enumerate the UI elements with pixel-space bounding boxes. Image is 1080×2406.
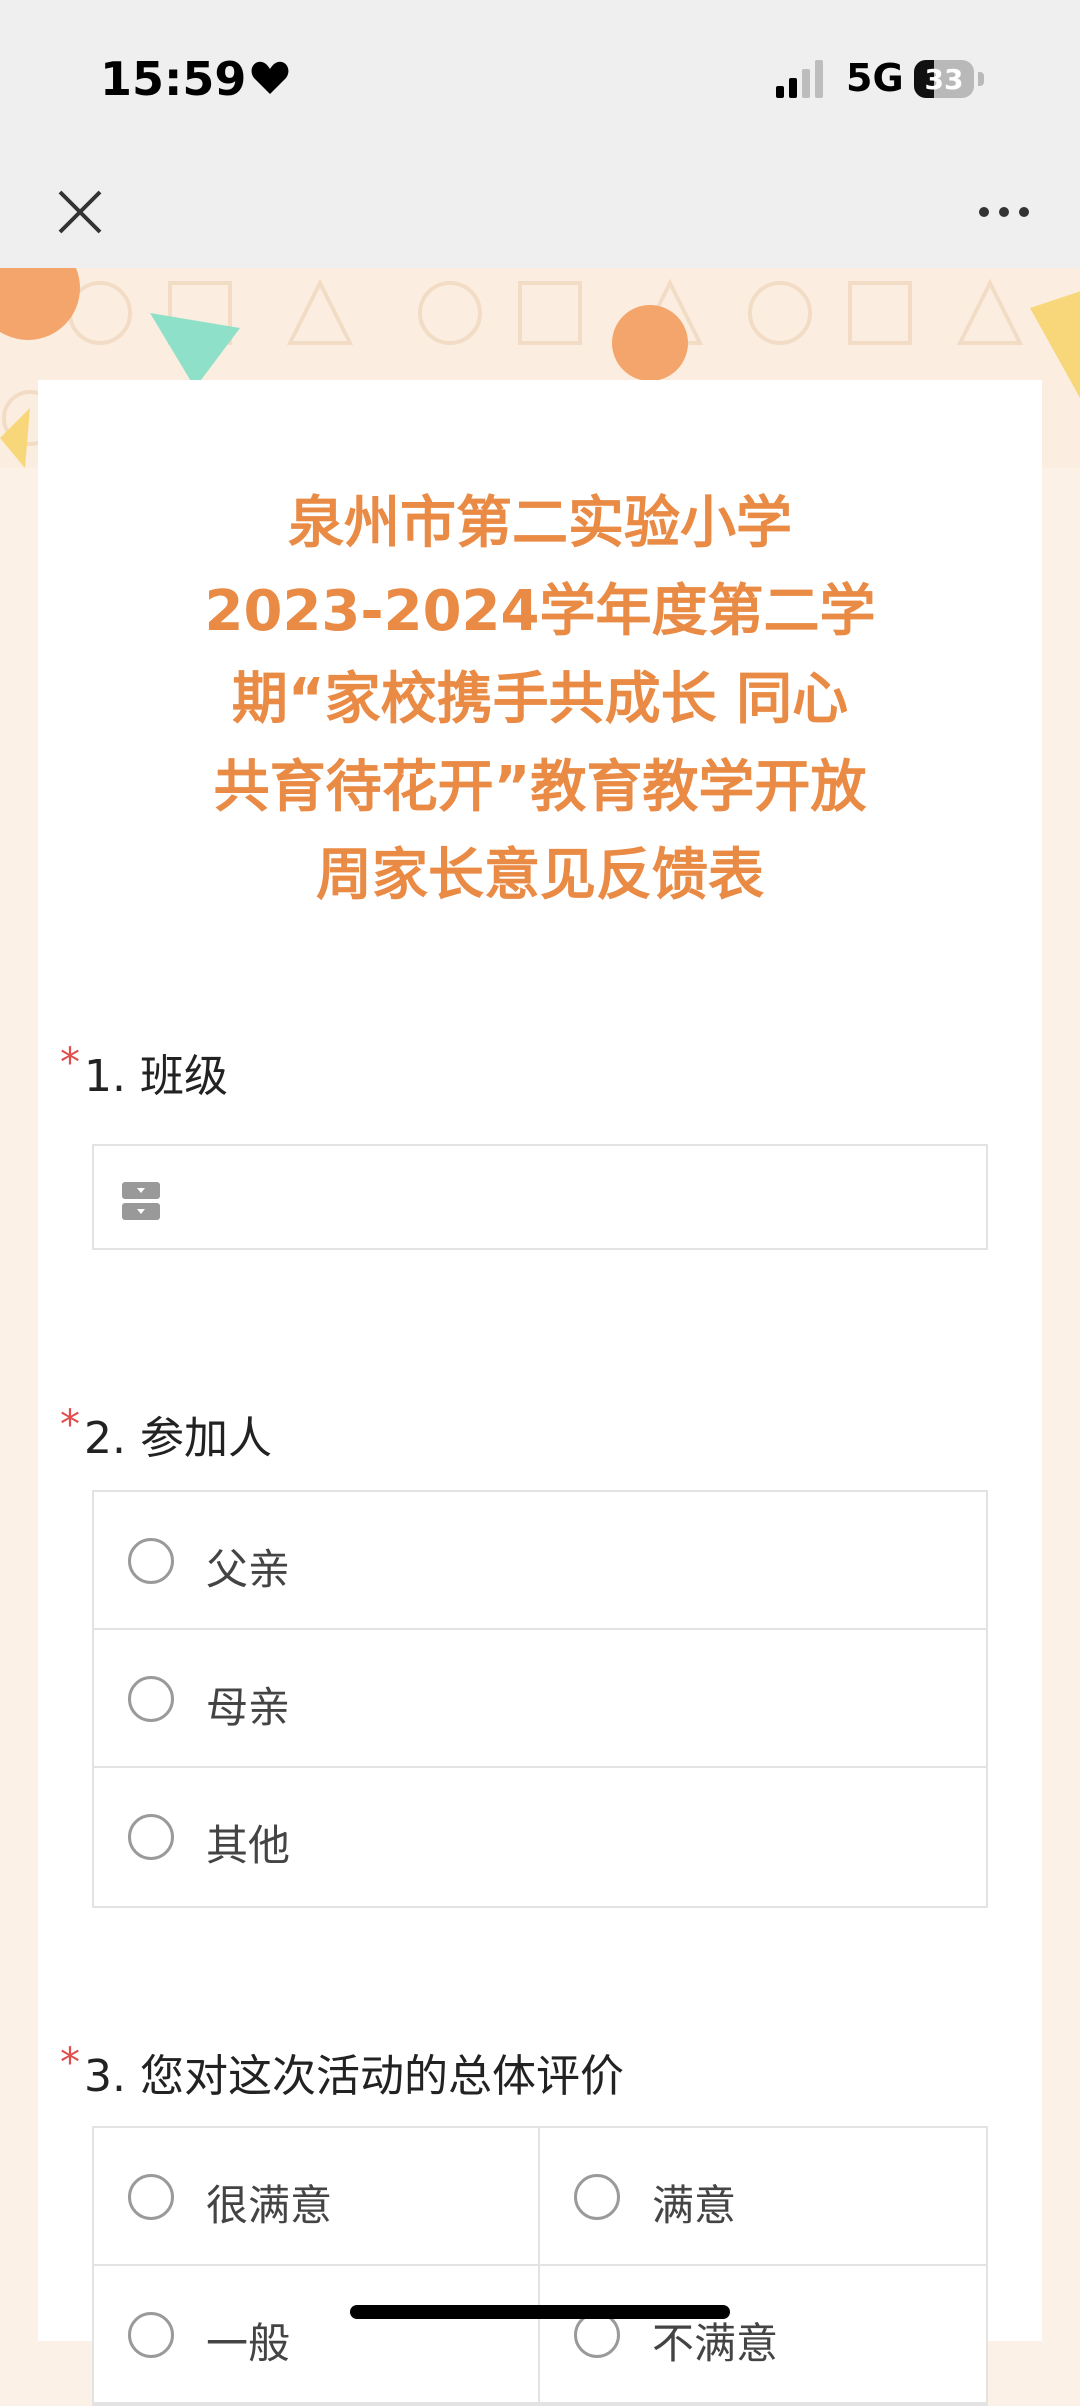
required-mark: * xyxy=(60,1402,80,1448)
status-time: 15:59 xyxy=(100,52,247,106)
form-title-line: 泉州市第二实验小学 xyxy=(288,491,792,556)
option-average[interactable]: 一般 xyxy=(94,2266,540,2404)
option-label: 其他 xyxy=(206,1821,291,1870)
radio-button[interactable] xyxy=(574,2174,620,2220)
question-2-text: 2. 参加人 xyxy=(84,1413,272,1464)
option-label: 母亲 xyxy=(206,1683,291,1732)
question-3-label: *3. 您对这次活动的总体评价 xyxy=(60,2040,624,2104)
question-2-label: *2. 参加人 xyxy=(60,1402,272,1466)
battery-icon: 33 xyxy=(914,60,984,98)
option-label: 很满意 xyxy=(206,2181,333,2230)
question-3-text: 3. 您对这次活动的总体评价 xyxy=(84,2051,624,2102)
participant-options: 父亲 母亲 其他 xyxy=(92,1490,988,1908)
form-title-line: 周家长意见反馈表 xyxy=(316,843,764,908)
class-select[interactable] xyxy=(92,1144,988,1250)
more-icon[interactable] xyxy=(976,190,1032,234)
form-title-line: 期“家校携手共成长 同心 xyxy=(231,667,849,732)
radio-button[interactable] xyxy=(128,2174,174,2220)
radio-button[interactable] xyxy=(128,1676,174,1722)
option-satisfied[interactable]: 满意 xyxy=(540,2128,986,2266)
nav-bar xyxy=(0,160,1080,268)
heart-icon xyxy=(251,61,289,94)
option-mother[interactable]: 母亲 xyxy=(94,1630,986,1768)
required-mark: * xyxy=(60,2040,80,2086)
close-icon[interactable] xyxy=(52,184,108,240)
radio-button[interactable] xyxy=(128,2312,174,2358)
option-very-satisfied[interactable]: 很满意 xyxy=(94,2128,540,2266)
radio-button[interactable] xyxy=(128,1538,174,1584)
signal-icon xyxy=(776,60,823,98)
option-label: 满意 xyxy=(652,2181,737,2230)
home-indicator[interactable] xyxy=(350,2305,730,2319)
question-1-label: *1. 班级 xyxy=(60,1040,228,1104)
required-mark: * xyxy=(60,1040,80,1086)
option-other[interactable]: 其他 xyxy=(94,1768,986,1906)
status-bar: 15:59 5G 33 xyxy=(0,0,1080,160)
form-title: 泉州市第二实验小学 2023-2024学年度第二学 期“家校携手共成长 同心 共… xyxy=(78,480,1002,920)
rating-options: 很满意 满意 一般 不满意 xyxy=(92,2126,988,2406)
radio-button[interactable] xyxy=(128,1814,174,1860)
option-father[interactable]: 父亲 xyxy=(94,1492,986,1630)
option-unsatisfied[interactable]: 不满意 xyxy=(540,2266,986,2404)
network-type: 5G xyxy=(846,56,904,100)
form-title-line: 共育待花开”教育教学开放 xyxy=(213,755,867,820)
dropdown-icon xyxy=(122,1182,160,1220)
question-1-text: 1. 班级 xyxy=(84,1051,228,1102)
battery-level: 33 xyxy=(924,62,964,96)
form-title-line: 2023-2024学年度第二学 xyxy=(204,579,876,644)
option-label: 父亲 xyxy=(206,1545,291,1594)
form-card: 泉州市第二实验小学 2023-2024学年度第二学 期“家校携手共成长 同心 共… xyxy=(38,380,1042,2406)
